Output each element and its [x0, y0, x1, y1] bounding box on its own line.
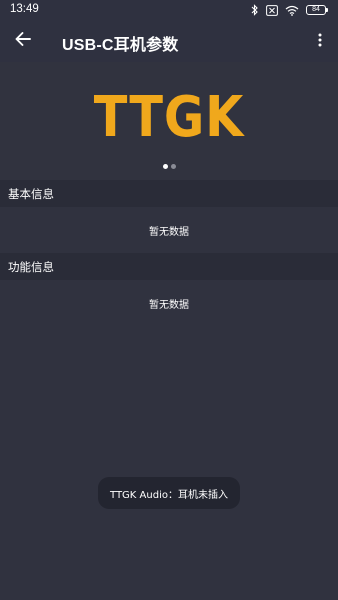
- banner-carousel[interactable]: TTGK: [0, 62, 338, 180]
- function-info-content: 暂无数据: [0, 280, 338, 326]
- toast-text: TTGK Audio：耳机未插入: [110, 489, 228, 501]
- section-title-basic-info: 基本信息: [8, 187, 54, 201]
- section-header-basic-info: 基本信息: [0, 180, 338, 207]
- section-title-function-info: 功能信息: [8, 260, 54, 274]
- basic-info-empty-text: 暂无数据: [149, 227, 189, 238]
- battery-body: 84: [306, 5, 326, 15]
- section-header-function-info: 功能信息: [0, 253, 338, 280]
- app-bar: USB-C耳机参数: [0, 20, 338, 62]
- back-button[interactable]: [10, 29, 36, 53]
- pager-dot-active: [162, 164, 168, 169]
- arrow-left-icon: [14, 31, 32, 51]
- pager-dot: [170, 164, 176, 169]
- status-time: 13:49: [10, 3, 39, 15]
- no-sim-icon: [266, 4, 278, 16]
- wifi-icon: [285, 5, 299, 16]
- page-title: USB-C耳机参数: [62, 37, 179, 54]
- pager-dots: [0, 164, 338, 169]
- battery-tip: [326, 8, 328, 12]
- battery-icon: 84: [306, 5, 328, 15]
- status-icons: 84: [251, 3, 328, 17]
- more-options-button[interactable]: [310, 29, 330, 53]
- toast-message: TTGK Audio：耳机未插入: [98, 477, 240, 509]
- brand-logo: TTGK: [93, 85, 245, 150]
- function-info-empty-text: 暂无数据: [149, 300, 189, 311]
- more-vertical-icon: [318, 32, 322, 51]
- battery-level: 84: [312, 6, 320, 13]
- status-bar: 13:49 84: [0, 0, 338, 20]
- basic-info-content: 暂无数据: [0, 207, 338, 253]
- bluetooth-icon: [251, 4, 259, 16]
